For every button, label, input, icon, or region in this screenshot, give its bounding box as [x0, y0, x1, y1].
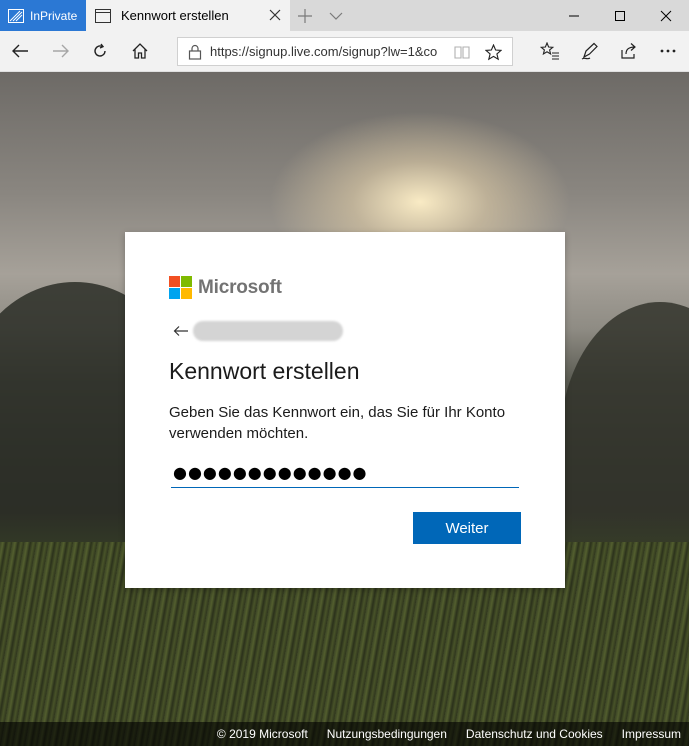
- footer-imprint-link[interactable]: Impressum: [622, 727, 681, 741]
- logo-square-green: [181, 276, 192, 287]
- home-icon: [132, 43, 148, 59]
- inprivate-badge: InPrivate: [0, 0, 86, 31]
- tab-page-icon: [95, 8, 111, 23]
- favorites-hub-button[interactable]: [539, 40, 561, 62]
- page-title: Kennwort erstellen: [169, 358, 360, 384]
- maximize-icon: [615, 10, 625, 21]
- close-icon[interactable]: [268, 8, 282, 22]
- home-button[interactable]: [129, 40, 151, 62]
- signup-card: Microsoft Kennwort erstellen Geben Sie d…: [125, 232, 565, 588]
- star-icon[interactable]: [485, 44, 502, 61]
- footer: © 2019 Microsoft Nutzungsbedingungen Dat…: [0, 722, 689, 746]
- close-icon: [660, 10, 672, 21]
- back-button[interactable]: [9, 40, 31, 62]
- title-bar: InPrivate Kennwort erstellen: [0, 0, 689, 31]
- favorites-list-icon: [540, 42, 559, 60]
- address-bar[interactable]: https://signup.live.com/signup?lw=1&co: [177, 37, 513, 66]
- lock-icon: [188, 44, 202, 60]
- back-arrow-icon: [12, 44, 28, 58]
- forward-arrow-icon: [53, 44, 69, 58]
- logo-square-blue: [169, 288, 180, 299]
- microsoft-logo-icon: [169, 276, 192, 299]
- minimize-button[interactable]: [551, 0, 597, 31]
- page-background: Microsoft Kennwort erstellen Geben Sie d…: [0, 72, 689, 746]
- maximize-button[interactable]: [597, 0, 643, 31]
- url-text[interactable]: https://signup.live.com/signup?lw=1&co: [210, 44, 442, 59]
- close-window-button[interactable]: [643, 0, 689, 31]
- minimize-icon: [569, 15, 579, 16]
- refresh-button[interactable]: [89, 40, 111, 62]
- next-button[interactable]: Weiter: [413, 512, 521, 544]
- more-icon: [660, 49, 676, 53]
- inprivate-label: InPrivate: [30, 8, 78, 23]
- redacted-email: [193, 321, 343, 341]
- instruction-text: Geben Sie das Kennwort ein, das Sie für …: [169, 404, 506, 442]
- forward-button[interactable]: [50, 40, 72, 62]
- footer-copyright: © 2019 Microsoft: [216, 727, 308, 741]
- plus-icon[interactable]: [296, 7, 314, 25]
- inprivate-icon: [8, 8, 24, 23]
- share-icon: [621, 43, 636, 59]
- back-arrow-icon[interactable]: [173, 325, 189, 337]
- pen-icon: [581, 42, 598, 60]
- identity-back-row[interactable]: [173, 321, 343, 341]
- notes-button[interactable]: [579, 40, 601, 62]
- tab-kennwort-erstellen[interactable]: Kennwort erstellen: [86, 0, 290, 31]
- book-icon[interactable]: [454, 44, 470, 60]
- password-field[interactable]: [171, 458, 519, 488]
- logo-square-red: [169, 276, 180, 287]
- share-button[interactable]: [618, 40, 640, 62]
- logo-square-yellow: [181, 288, 192, 299]
- microsoft-logo: Microsoft: [169, 276, 282, 299]
- tab-title: Kennwort erstellen: [121, 8, 229, 23]
- navigation-bar: https://signup.live.com/signup?lw=1&co: [0, 31, 689, 72]
- brand-name: Microsoft: [198, 276, 282, 298]
- more-button[interactable]: [657, 40, 679, 62]
- chevron-down-icon[interactable]: [329, 9, 343, 23]
- footer-terms-link[interactable]: Nutzungsbedingungen: [327, 727, 447, 741]
- refresh-icon: [94, 43, 106, 57]
- footer-privacy-link[interactable]: Datenschutz und Cookies: [466, 727, 603, 741]
